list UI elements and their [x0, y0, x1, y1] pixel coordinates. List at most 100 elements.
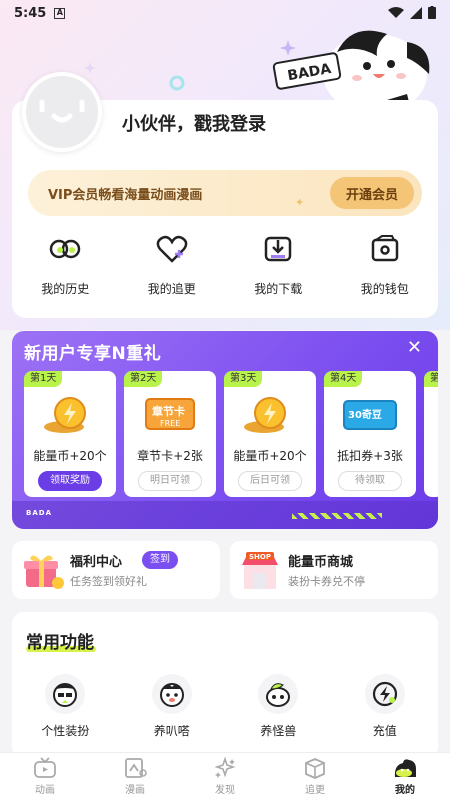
tv-icon: [34, 757, 56, 778]
avatar-face-icon: [39, 99, 85, 123]
reward-card[interactable]: 第3天 能量币+20个 后日可领: [224, 371, 316, 497]
welfare-center-card[interactable]: 福利中心 签到 任务签到领好礼: [12, 541, 220, 599]
tab-anime[interactable]: 动画: [0, 753, 90, 800]
pending-button[interactable]: 待领取: [338, 471, 402, 491]
tab-comic[interactable]: 漫画: [90, 753, 180, 800]
common-title-text: 常用功能: [26, 633, 94, 653]
download-icon: [265, 236, 292, 262]
common-label: 养怪兽: [260, 724, 297, 738]
welfare-subtitle: 任务签到领好礼: [70, 575, 147, 588]
shop-subtitle: 装扮卡券兑不停: [288, 575, 365, 588]
reward-card[interactable]: 第1天 能量币+20个 领取奖励: [24, 371, 116, 497]
claim-reward-button[interactable]: 领取奖励: [38, 471, 102, 491]
tab-label: 追更: [305, 785, 325, 796]
day-tag: 第3天: [224, 371, 263, 387]
tab-label: 发现: [215, 785, 235, 796]
tab-label: 我的: [395, 785, 415, 796]
monster-icon: [266, 683, 291, 707]
common-functions: 常用功能 个性装扮 养叭嗒 养怪兽 充值: [12, 612, 438, 758]
discover-icon: [214, 757, 236, 778]
quick-label: 我的下载: [254, 282, 303, 296]
coin-icon: [240, 393, 300, 435]
coupon-icon: 30奇豆: [340, 393, 400, 435]
vip-banner[interactable]: VIP会员畅看海量动画漫画 开通会员: [28, 170, 422, 216]
eyes-icon: [50, 239, 81, 259]
reward-card[interactable]: 第: [424, 371, 438, 497]
quick-label: 我的钱包: [360, 282, 409, 296]
quick-actions: 我的历史 我的追更 我的下载 我的钱包: [12, 232, 438, 297]
promo-brand: BADA: [26, 509, 52, 517]
sign-in-badge: 签到: [142, 551, 178, 569]
day-after-button[interactable]: 后日可领: [238, 471, 302, 491]
recharge-icon: [372, 681, 397, 707]
tab-label: 漫画: [125, 785, 145, 796]
reward-card[interactable]: 第4天 30奇豆 抵扣券+3张 待领取: [324, 371, 416, 497]
login-prompt[interactable]: 小伙伴，戳我登录: [122, 110, 266, 136]
svg-text:FREE: FREE: [160, 419, 180, 428]
quick-item-follow[interactable]: 我的追更: [119, 232, 226, 297]
coin-icon: [40, 393, 100, 435]
tab-label: 动画: [35, 785, 55, 796]
stripe-decoration: [292, 513, 382, 519]
reward-label: 章节卡+2张: [137, 449, 203, 463]
profile-icon: [394, 759, 416, 777]
common-item-recharge[interactable]: 充值: [332, 674, 439, 739]
common-item-dressup[interactable]: 个性装扮: [12, 674, 119, 739]
sparkle-icon: [84, 62, 96, 74]
battery-icon: [428, 6, 436, 19]
tab-follow[interactable]: 追更: [270, 753, 360, 800]
heart-plus-icon: [156, 235, 188, 263]
quick-label: 我的历史: [41, 282, 90, 296]
common-label: 充值: [372, 724, 397, 738]
day-tag: 第: [424, 371, 438, 387]
mascot-icon: BADA: [272, 30, 430, 114]
reward-label: 抵扣券+3张: [337, 449, 403, 463]
quick-item-download[interactable]: 我的下载: [225, 232, 332, 297]
common-label: 个性装扮: [41, 724, 90, 738]
chapter-card-icon: 章节卡 FREE: [140, 393, 200, 435]
common-item-monster[interactable]: 养怪兽: [225, 674, 332, 739]
wifi-icon: [388, 6, 404, 18]
bada-mascot[interactable]: BADA: [257, 22, 442, 114]
status-time: 5:45: [14, 5, 47, 21]
box-icon: [305, 758, 325, 779]
close-icon[interactable]: ✕: [407, 337, 422, 358]
reward-label: 能量币+20个: [233, 449, 307, 463]
quick-label: 我的追更: [147, 282, 196, 296]
shop-title: 能量币商城: [288, 555, 354, 570]
day-tag: 第2天: [124, 371, 163, 387]
wallet-icon: [371, 235, 398, 262]
energy-shop-card[interactable]: SHOP 能量币商城 装扮卡券兑不停: [230, 541, 438, 599]
coupon-text: 30奇豆: [348, 408, 382, 421]
tomorrow-button[interactable]: 明日可领: [138, 471, 202, 491]
dressup-icon: [53, 683, 78, 707]
gift-icon: [24, 555, 64, 589]
common-label: 养叭嗒: [153, 724, 190, 738]
open-vip-button[interactable]: 开通会员: [330, 177, 414, 209]
pet-icon: [159, 683, 184, 707]
new-user-promo: 新用户专享N重礼 ✕ 第1天 能量币+20个 领取奖励 第2天 章节卡 FREE …: [12, 331, 438, 529]
quick-item-history[interactable]: 我的历史: [12, 232, 119, 297]
sparkle-icon: ✦: [295, 196, 305, 209]
signal-icon: [410, 6, 422, 19]
vip-text: VIP会员畅看海量动画漫画: [48, 187, 203, 203]
reward-label: 能量币+20个: [33, 449, 107, 463]
day-tag: 第4天: [324, 371, 363, 387]
avatar[interactable]: [22, 72, 102, 152]
shop-sign: SHOP: [249, 553, 271, 561]
welfare-title: 福利中心: [70, 555, 123, 570]
tab-discover[interactable]: 发现: [180, 753, 270, 800]
sim-icon: A: [54, 7, 66, 19]
bottom-tab-bar: 动画 漫画 发现 追更 我的: [0, 752, 450, 800]
reward-cards: 第1天 能量币+20个 领取奖励 第2天 章节卡 FREE 章节卡+2张 明日可领…: [24, 371, 438, 497]
reward-card[interactable]: 第2天 章节卡 FREE 章节卡+2张 明日可领: [124, 371, 216, 497]
ring-icon: [169, 75, 185, 91]
common-title: 常用功能: [26, 628, 94, 653]
common-item-pet[interactable]: 养叭嗒: [119, 674, 226, 739]
chapter-card-text: 章节卡: [152, 404, 185, 418]
comic-icon: [125, 758, 147, 778]
day-tag: 第1天: [24, 371, 63, 387]
promo-title: 新用户专享N重礼: [24, 344, 162, 364]
tab-mine[interactable]: 我的: [360, 753, 450, 800]
quick-item-wallet[interactable]: 我的钱包: [332, 232, 439, 297]
